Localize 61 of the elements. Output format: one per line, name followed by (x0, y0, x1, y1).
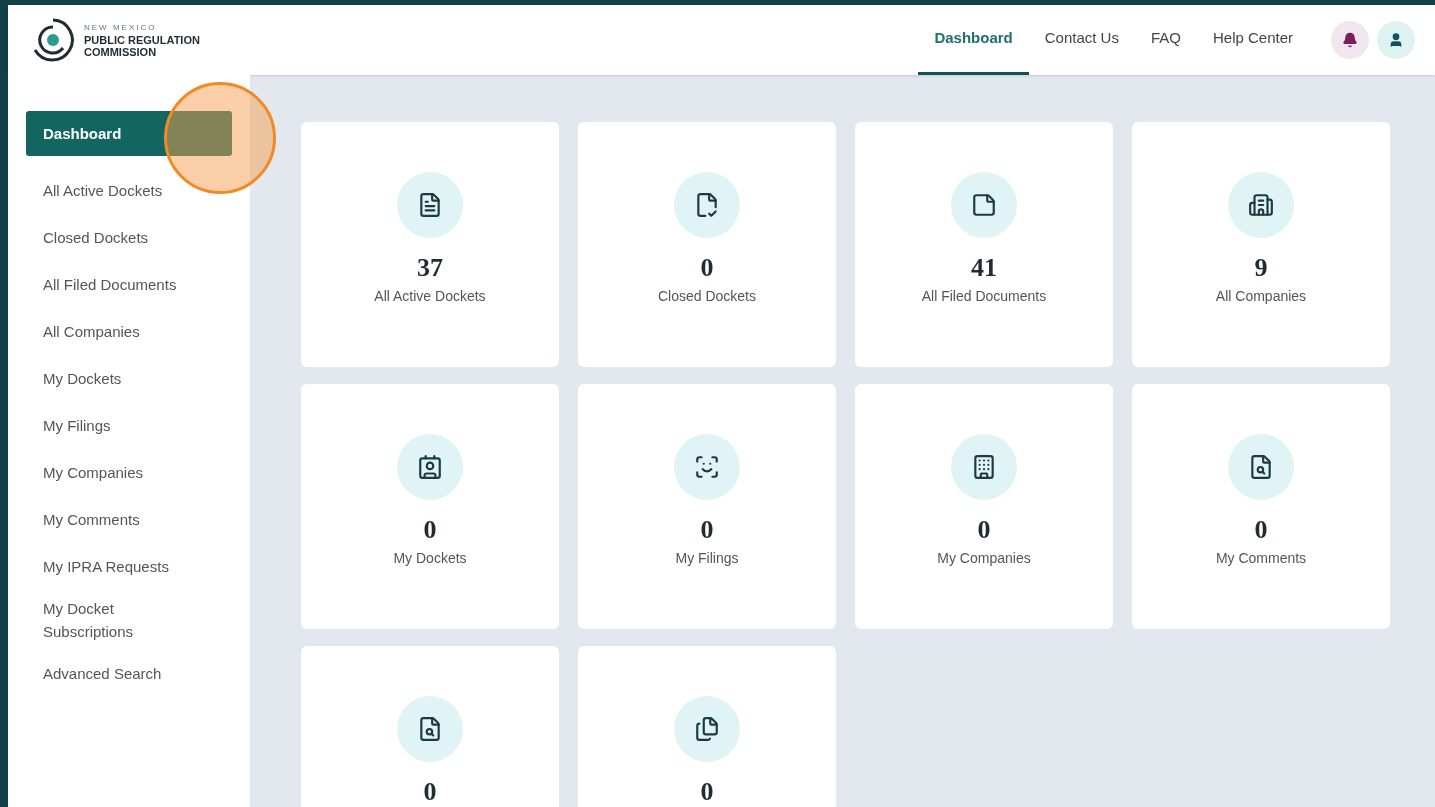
stat-card[interactable]: 0 (578, 646, 836, 807)
sidebar-item[interactable]: Advanced Search (26, 651, 232, 696)
stat-card[interactable]: 0 My Companies (855, 384, 1113, 629)
stat-card[interactable]: 0 My Dockets (301, 384, 559, 629)
stat-card[interactable]: 0 My Comments (1132, 384, 1390, 629)
nav-link[interactable]: FAQ (1134, 5, 1197, 75)
building-icon (971, 454, 997, 480)
logo-text: PUBLIC REGULATION (84, 34, 200, 46)
stat-card[interactable]: 41 All Filed Documents (855, 122, 1113, 367)
stat-label: All Active Dockets (374, 287, 486, 306)
stat-count: 41 (971, 252, 997, 284)
file-search-icon (417, 716, 443, 742)
stat-label: My Dockets (393, 549, 467, 568)
stat-card[interactable]: 0 Closed Dockets (578, 122, 836, 367)
sidebar-item[interactable]: My Docket Subscriptions (26, 591, 232, 649)
sidebar-item[interactable]: My Filings (26, 403, 232, 448)
stat-card[interactable]: 0 (301, 646, 559, 807)
nav-link[interactable]: Dashboard (918, 5, 1029, 75)
sidebar-item[interactable]: My Comments (26, 497, 232, 542)
logo-text: COMMISSION (84, 46, 158, 58)
documents-stack-icon (694, 716, 720, 742)
document-icon (417, 192, 443, 218)
notifications-button[interactable] (1331, 21, 1369, 59)
stat-count: 0 (700, 252, 714, 284)
sidebar-item[interactable]: Closed Dockets (26, 215, 232, 260)
stat-card[interactable]: 0 My Filings (578, 384, 836, 629)
file-search-icon (1248, 454, 1274, 480)
stat-count: 37 (417, 252, 443, 284)
stat-count: 0 (700, 514, 714, 546)
user-icon (1388, 32, 1404, 48)
bell-icon (1342, 32, 1358, 48)
sidebar-item[interactable]: My Companies (26, 450, 232, 495)
stat-card[interactable]: 37 All Active Dockets (301, 122, 559, 367)
stat-label: My Companies (937, 549, 1031, 568)
stat-count: 0 (700, 776, 714, 807)
sidebar-item[interactable]: All Companies (26, 309, 232, 354)
stat-label: My Comments (1215, 549, 1307, 568)
sidebar-item[interactable]: All Active Dockets (26, 168, 232, 213)
document-check-icon (694, 192, 720, 218)
note-icon (971, 192, 997, 218)
stat-card[interactable]: 9 All Companies (1132, 122, 1390, 367)
stat-label: All Filed Documents (921, 287, 1047, 306)
scan-person-icon (694, 454, 720, 480)
building-icon (1248, 192, 1274, 218)
sidebar-item[interactable]: Dashboard (26, 111, 232, 156)
logo-text: NEW MEXICO (84, 22, 158, 34)
stat-label: Closed Dockets (657, 287, 756, 306)
nav-link[interactable]: Contact Us (1028, 5, 1135, 75)
stat-label: All Companies (1215, 287, 1307, 306)
nav-link[interactable]: Help Center (1196, 5, 1309, 75)
stat-count: 0 (423, 776, 437, 807)
sidebar-item[interactable]: My IPRA Requests (26, 544, 232, 589)
stat-label: My Filings (675, 549, 739, 568)
stat-count: 0 (977, 514, 991, 546)
sidebar-item[interactable]: All Filed Documents (26, 262, 232, 307)
stat-count: 0 (423, 514, 437, 546)
stat-count: 0 (1254, 514, 1268, 546)
stat-count: 9 (1254, 252, 1268, 284)
profile-button[interactable] (1377, 21, 1415, 59)
sidebar-item[interactable]: My Dockets (26, 356, 232, 401)
contact-card-icon (417, 454, 443, 480)
